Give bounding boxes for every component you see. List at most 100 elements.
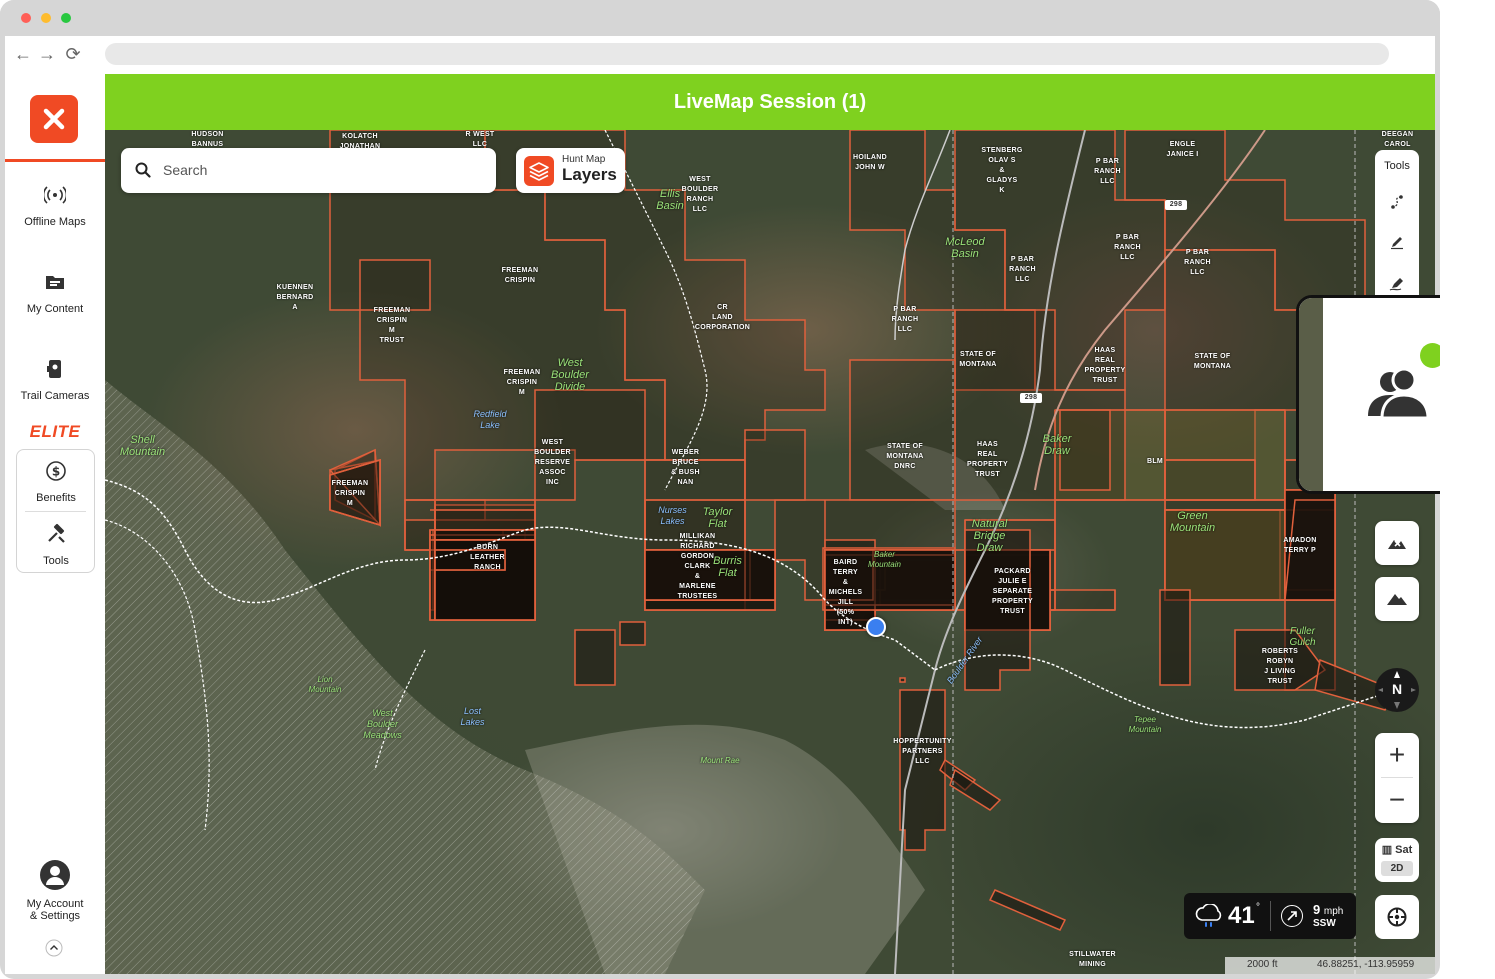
property-label: STATE OF MONTANA — [1193, 353, 1232, 370]
active-session-indicator — [1420, 343, 1440, 368]
current-location-marker[interactable] — [866, 617, 886, 637]
zoom-in-button[interactable]: + — [1375, 733, 1419, 777]
terrain-3d-button[interactable] — [1375, 577, 1419, 621]
account-label-line-1: My Account — [26, 898, 84, 910]
compass-north-label: N — [1391, 681, 1403, 697]
group-users-icon — [1368, 368, 1430, 420]
sidebar-item-offline-maps[interactable]: Offline Maps — [5, 184, 105, 228]
x-logo-icon[interactable] — [30, 95, 78, 143]
search-icon — [135, 162, 151, 178]
route-shield: 298 — [1165, 200, 1187, 210]
sidebar-item-trail-cameras[interactable]: Trail Cameras — [5, 358, 105, 402]
property-label: P BAR RANCH LLC — [1114, 234, 1141, 261]
wind-direction-icon — [1281, 905, 1303, 927]
property-label: HUDSON BANNUS — [191, 131, 224, 148]
property-label: FREEMAN CRISPIN M — [331, 480, 369, 507]
compass-button[interactable]: N — [1375, 668, 1419, 712]
property-label: STENBERG OLAV S & GLADYS K — [981, 147, 1023, 194]
property-label: HAAS REAL PROPERTY TRUST — [1084, 347, 1126, 384]
sidebar-item-benefits[interactable]: $ Benefits — [6, 460, 106, 504]
property-label: STATE OF MONTANA — [959, 351, 997, 368]
property-label: DEEGAN CAROL — [1381, 131, 1414, 148]
property-label: WEBER BRUCE & BUSH NAN — [671, 449, 700, 486]
sidebar-item-label: Benefits — [36, 492, 76, 504]
feature-label: West Boulder Divide — [551, 357, 589, 393]
maximize-window-button[interactable] — [61, 13, 71, 23]
property-label: HAAS REAL PROPERTY TRUST — [967, 441, 1008, 478]
water-label: Lost Lakes — [460, 706, 485, 727]
close-window-button[interactable] — [21, 13, 31, 23]
address-bar[interactable] — [105, 43, 1389, 65]
feature-label: Burris Flat — [713, 555, 742, 579]
weather-widget[interactable]: 41 ° 9 mph SSW — [1184, 893, 1356, 939]
property-label: P BAR RANCH LLC — [891, 306, 919, 333]
terrain-x-icon — [1388, 540, 1406, 549]
livemap-session-callout[interactable] — [1296, 295, 1440, 494]
wind-speed-unit: mph — [1323, 906, 1344, 917]
wind-speed-value: 9 — [1313, 902, 1321, 917]
reload-button[interactable]: ⟳ — [63, 44, 83, 64]
property-label: CR LAND CORPORATION — [694, 304, 751, 331]
basemap-name: Sat — [1395, 844, 1413, 856]
layers-subtitle: Hunt Map — [562, 154, 606, 165]
property-label: STILLWATER MINING — [1069, 951, 1116, 968]
property-label: FREEMAN CRISPIN M TRUST — [373, 307, 411, 344]
sidebar-item-label: Trail Cameras — [20, 390, 90, 402]
broadcast-icon — [44, 186, 66, 204]
route-icon[interactable] — [1389, 194, 1405, 210]
property-label: KUENNEN BERNARD A — [276, 284, 314, 311]
sidebar-item-my-content[interactable]: My Content — [5, 271, 105, 315]
property-label: ENGLE JANICE I — [1166, 141, 1199, 158]
property-label: STATE OF MONTANA DNRC — [886, 443, 924, 470]
zoom-out-button[interactable]: − — [1375, 778, 1419, 822]
elite-tools-group: $ Benefits Tools — [16, 449, 95, 573]
temperature-value: 41 — [1228, 902, 1255, 929]
title-bar — [0, 0, 1440, 36]
map-canvas[interactable]: HUDSON BANNUS KOLATCH JONATHAN R WEST LLC H… — [105, 130, 1435, 974]
degree-symbol: ° — [1256, 902, 1260, 913]
search-input[interactable] — [163, 159, 483, 181]
sidebar-item-account[interactable]: My Account & Settings — [5, 860, 105, 922]
folder-icon — [46, 276, 64, 289]
property-label: R WEST LLC — [465, 131, 495, 148]
feature-label: Shell Mountain — [119, 434, 166, 458]
cloud-rain-icon — [1195, 904, 1222, 927]
feature-label: Baker Mountain — [868, 550, 901, 569]
svg-text:$: $ — [52, 465, 60, 479]
draw-shape-icon[interactable] — [1389, 276, 1405, 292]
trail-camera-icon — [47, 360, 61, 378]
feature-label: Green Mountain — [1169, 510, 1216, 534]
dimension-toggle[interactable]: 2D — [1381, 861, 1413, 876]
session-header: LiveMap Session (1) — [105, 74, 1435, 130]
minimize-window-button[interactable] — [41, 13, 51, 23]
search-bar — [121, 148, 496, 193]
basemap-toggle-button[interactable]: ▥ Sat 2D — [1375, 838, 1419, 882]
logo-area — [5, 74, 105, 162]
clear-terrain-button[interactable] — [1375, 521, 1419, 565]
tools-label: Tools — [1384, 160, 1410, 172]
route-shield: 298 — [1020, 393, 1042, 403]
dollar-icon: $ — [46, 461, 66, 481]
basemap-label: ▥ Sat — [1375, 843, 1419, 856]
pencil-icon[interactable] — [1389, 234, 1405, 250]
feature-label: Baker Draw — [1042, 433, 1072, 457]
coordinates-readout: 46.88251, -113.95959 — [1317, 959, 1415, 970]
property-label: HOILAND JOHN W — [853, 154, 887, 171]
feature-label: West Boulder Meadows — [363, 708, 402, 740]
chevron-up-icon[interactable] — [45, 939, 63, 957]
back-button[interactable]: ← — [13, 44, 33, 64]
forward-button[interactable]: → — [37, 44, 57, 64]
hunt-map-layers-button[interactable]: Hunt Map Layers — [516, 148, 625, 193]
property-label: PACKARD JULIE E SEPARATE PROPERTY TRUST — [992, 568, 1033, 615]
mountain-icon — [1387, 594, 1407, 605]
property-label: P BAR RANCH LLC — [1184, 249, 1211, 276]
account-label-line-2: & Settings — [29, 910, 81, 922]
sidebar-item-tools[interactable]: Tools — [6, 523, 106, 567]
feature-label: Lion Mountain — [308, 675, 342, 694]
feature-label: Fuller Gulch — [1289, 626, 1316, 648]
water-label: Nurses Lakes — [658, 505, 687, 526]
sidebar-item-label: Offline Maps — [24, 216, 86, 228]
tools-panel: Tools — [1375, 150, 1419, 300]
property-label: P BAR RANCH LLC — [1009, 256, 1036, 283]
locate-me-button[interactable] — [1375, 895, 1419, 939]
